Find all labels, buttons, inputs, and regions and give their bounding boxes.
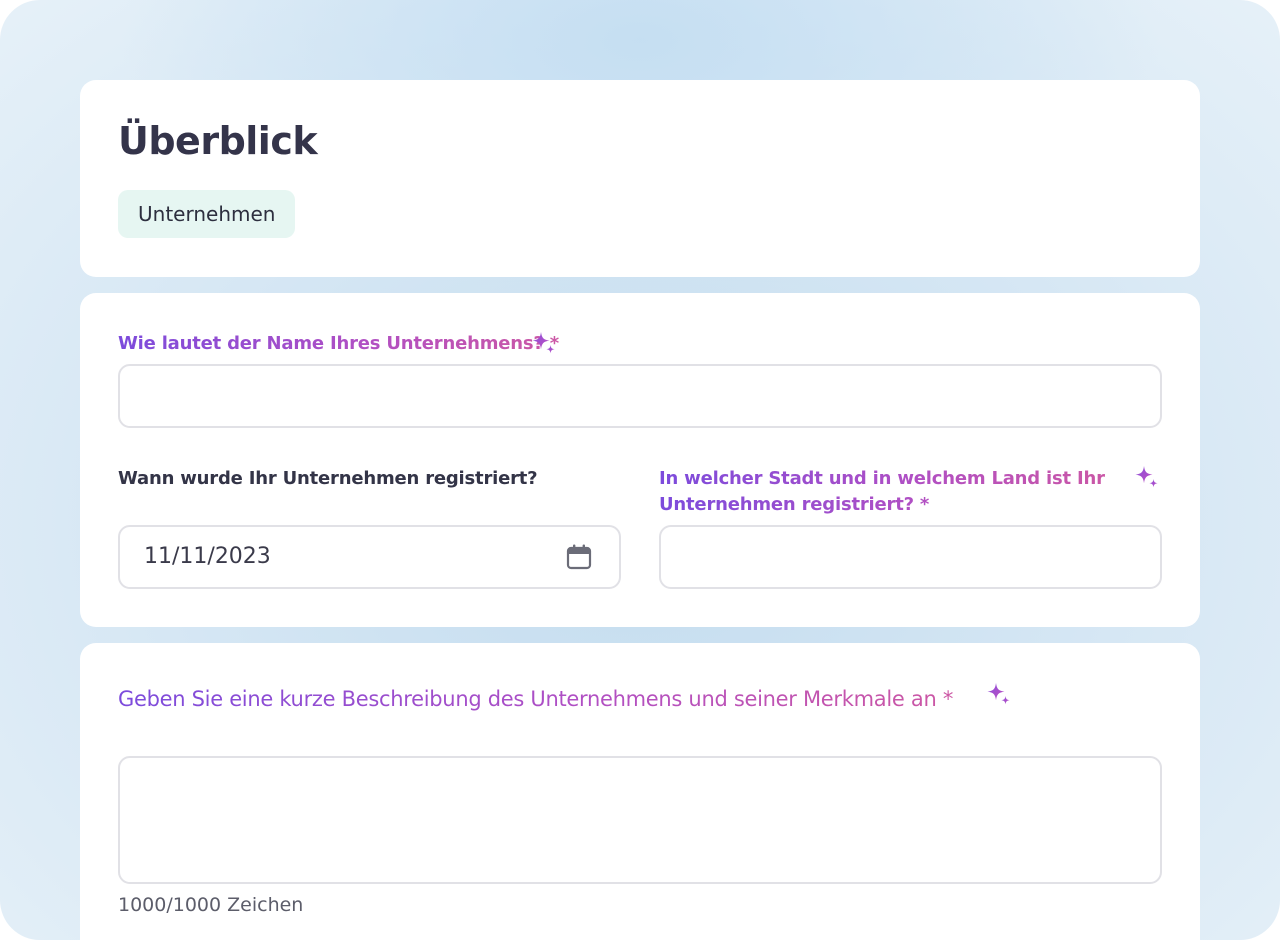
company-name-input[interactable] <box>118 364 1162 428</box>
description-textarea[interactable] <box>118 756 1162 884</box>
page-title: Überblick <box>118 119 318 163</box>
registration-location-label-line1: In welcher Stadt und in welchem Land ist… <box>659 468 1105 489</box>
overview-card: Überblick Unternehmen <box>80 80 1200 277</box>
registration-date-input[interactable]: 11/11/2023 <box>118 525 621 589</box>
registration-location-input[interactable] <box>659 525 1162 589</box>
character-counter: 1000/1000 Zeichen <box>118 894 304 916</box>
registration-location-label-line2: Unternehmen registriert? * <box>659 494 930 515</box>
sparkle-icon[interactable] <box>986 682 1012 708</box>
registration-location-label: In welcher Stadt und in welchem Land ist… <box>659 466 1119 518</box>
page-background: Überblick Unternehmen Wie lautet der Nam… <box>0 0 1280 940</box>
company-info-card: Wie lautet der Name Ihres Unternehmens? … <box>80 293 1200 627</box>
description-label: Geben Sie eine kurze Beschreibung des Un… <box>118 687 954 711</box>
sparkle-icon[interactable] <box>531 331 557 357</box>
registration-date-value: 11/11/2023 <box>144 544 271 569</box>
calendar-icon[interactable] <box>565 543 593 571</box>
description-card: Geben Sie eine kurze Beschreibung des Un… <box>80 643 1200 940</box>
registration-date-label: Wann wurde Ihr Unternehmen registriert? <box>118 468 538 489</box>
sparkle-icon[interactable] <box>1134 465 1160 491</box>
company-name-label: Wie lautet der Name Ihres Unternehmens? … <box>118 331 559 357</box>
section-chip-company[interactable]: Unternehmen <box>118 190 296 238</box>
